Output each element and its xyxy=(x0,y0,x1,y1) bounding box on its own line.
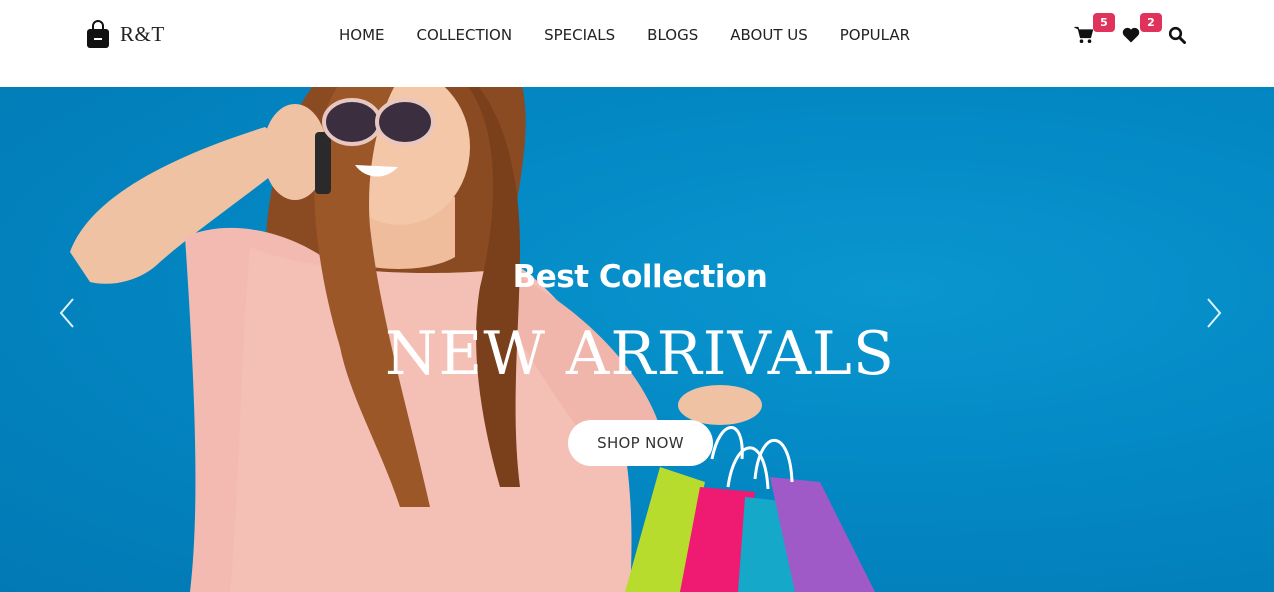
nav-item-specials[interactable]: SPECIALS xyxy=(528,23,631,47)
wishlist-count-badge: 2 xyxy=(1140,13,1162,32)
hero-slider: Best Collection NEW ARRIVALS SHOP NOW xyxy=(0,87,1274,592)
header-actions: 5 2 xyxy=(1070,13,1200,52)
hero-title: NEW ARRIVALS xyxy=(385,319,895,389)
hero-subtitle: Best Collection xyxy=(512,259,768,295)
slider-prev-button[interactable] xyxy=(55,295,79,331)
nav-item-popular[interactable]: POPULAR xyxy=(824,23,926,47)
chevron-right-icon xyxy=(1207,298,1222,328)
main-nav: HOME COLLECTION SPECIALS BLOGS ABOUT US … xyxy=(323,23,926,47)
cart-button[interactable]: 5 xyxy=(1073,13,1115,46)
nav-item-blogs[interactable]: BLOGS xyxy=(631,23,714,47)
nav-item-home[interactable]: HOME xyxy=(323,23,401,47)
site-header: R&T HOME COLLECTION SPECIALS BLOGS ABOUT… xyxy=(0,0,1274,87)
brand-name: R&T xyxy=(120,22,165,46)
wishlist-button[interactable]: 2 xyxy=(1120,13,1162,46)
search-button[interactable] xyxy=(1166,24,1188,46)
chevron-left-icon xyxy=(59,298,74,328)
nav-item-collection[interactable]: COLLECTION xyxy=(401,23,529,47)
heart-icon xyxy=(1122,27,1140,43)
cart-count-badge: 5 xyxy=(1093,13,1115,32)
search-icon xyxy=(1168,26,1186,44)
nav-item-about-us[interactable]: ABOUT US xyxy=(714,23,824,47)
brand-logo[interactable]: R&T xyxy=(86,20,165,49)
cart-icon xyxy=(1074,26,1094,43)
shopping-bag-icon xyxy=(87,20,109,48)
shop-now-button[interactable]: SHOP NOW xyxy=(568,420,713,466)
slider-next-button[interactable] xyxy=(1202,295,1226,331)
